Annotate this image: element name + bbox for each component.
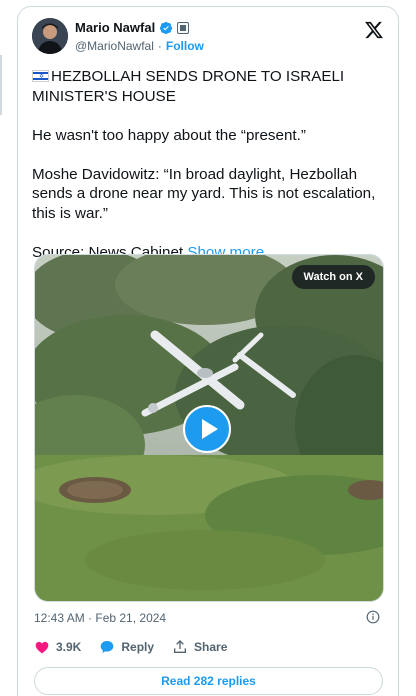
left-edge-divider [0, 55, 2, 115]
watch-on-x-button[interactable]: Watch on X [291, 265, 375, 289]
tweet-headline: HEZBOLLAH SENDS DRONE TO ISRAELI MINISTE… [32, 68, 345, 105]
tweet-paragraph-3: Moshe Davidowitz: “In broad daylight, He… [32, 165, 376, 222]
info-icon[interactable] [366, 610, 380, 624]
share-label: Share [194, 640, 228, 654]
author-name-row: Mario Nawfal [75, 20, 190, 35]
author-handle[interactable]: @MarioNawfal [75, 39, 154, 53]
x-logo-icon[interactable] [364, 20, 384, 40]
tweet-card[interactable]: Mario Nawfal @MarioNawfal · Follow ✡ HEZB… [17, 6, 399, 696]
like-button[interactable]: 3.9K [34, 639, 81, 655]
author-name[interactable]: Mario Nawfal [75, 20, 155, 35]
handle-row: @MarioNawfal · Follow [75, 39, 204, 53]
reply-button[interactable]: Reply [99, 639, 154, 655]
tweet-paragraph-2: He wasn't too happy about the “present.” [32, 126, 306, 144]
share-button[interactable]: Share [172, 639, 227, 655]
read-replies-button[interactable]: Read 282 replies [34, 667, 383, 695]
reply-bubble-icon [101, 641, 114, 653]
follow-button[interactable]: Follow [166, 39, 204, 53]
tweet-timestamp[interactable]: 12:43 AM · Feb 21, 2024 [34, 611, 166, 625]
israel-flag-icon: ✡ [32, 70, 49, 82]
heart-icon [35, 641, 49, 654]
separator-dot: · [157, 39, 162, 53]
reply-label: Reply [121, 640, 155, 654]
affiliate-badge-icon [177, 21, 190, 34]
verified-badge-icon [160, 21, 173, 34]
like-count: 3.9K [56, 640, 82, 654]
action-bar: 3.9K Reply Share [34, 639, 227, 655]
tweet-headline-paragraph: ✡ HEZBOLLAH SENDS DRONE TO ISRAELI MINIST… [32, 67, 387, 106]
play-icon[interactable] [183, 405, 231, 453]
share-icon [174, 640, 187, 653]
tweet-text: ✡ HEZBOLLAH SENDS DRONE TO ISRAELI MINIST… [32, 67, 387, 282]
video-player[interactable]: Watch on X [34, 254, 384, 602]
avatar[interactable] [32, 18, 68, 54]
